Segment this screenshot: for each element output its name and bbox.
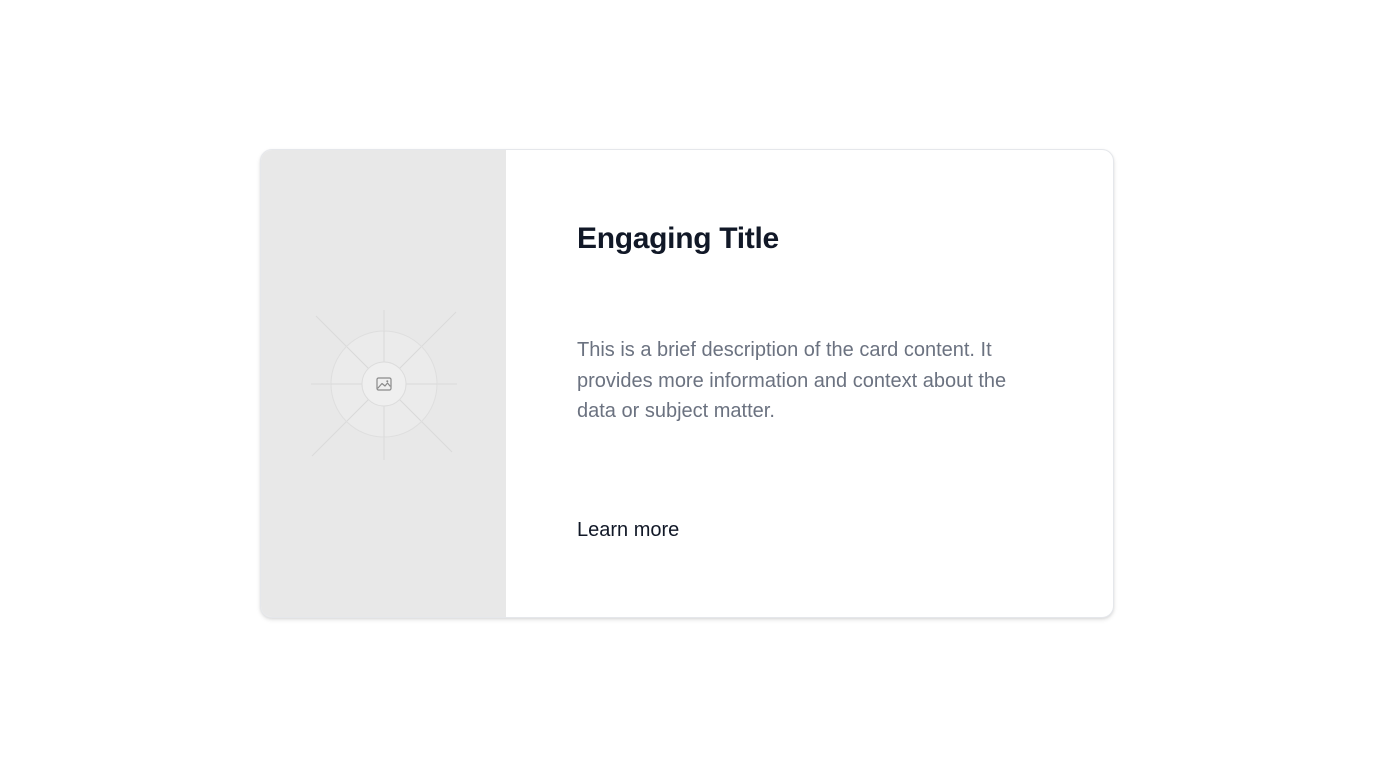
card-body: Engaging Title This is a brief descripti… xyxy=(506,150,1113,617)
card-description: This is a brief description of the card … xyxy=(577,339,1007,422)
image-placeholder-graphic xyxy=(311,310,457,460)
card-media-placeholder xyxy=(261,150,506,617)
page: Engaging Title This is a brief descripti… xyxy=(0,0,1376,768)
content-card: Engaging Title This is a brief descripti… xyxy=(260,149,1114,618)
card-title: Engaging Title xyxy=(577,222,779,255)
learn-more-link[interactable]: Learn more xyxy=(577,519,679,542)
